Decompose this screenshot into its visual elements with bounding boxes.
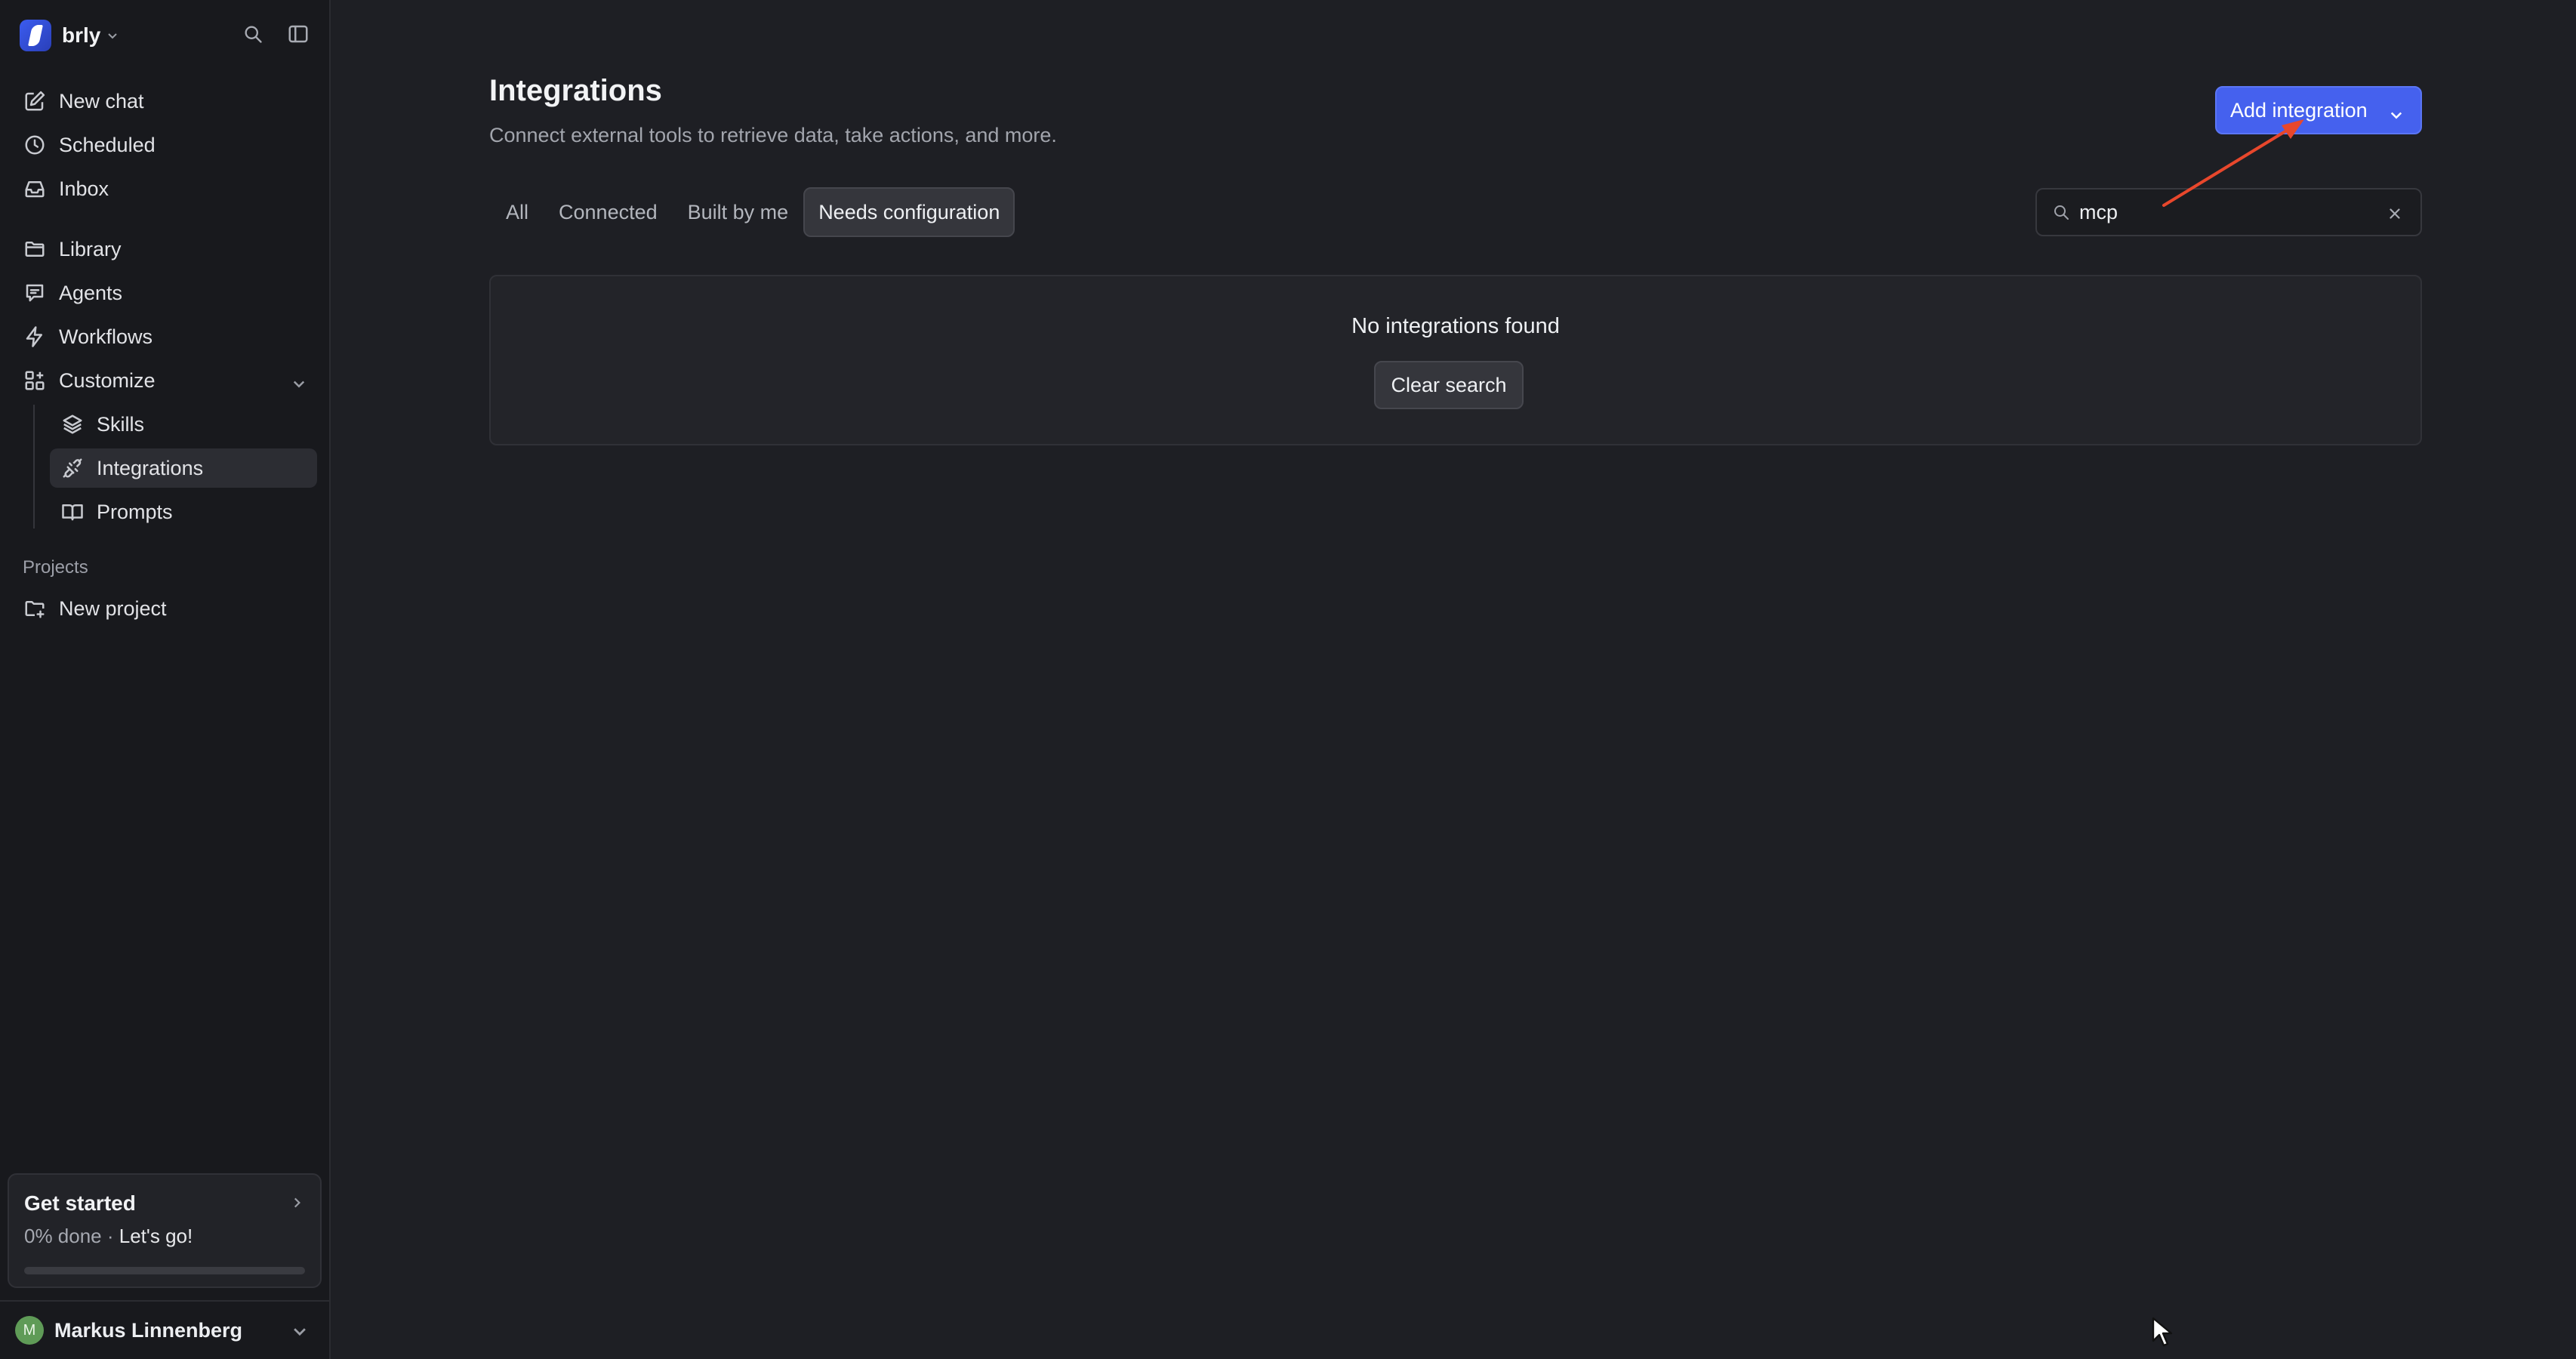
main-content: Integrations Connect external tools to r… <box>331 0 2576 1359</box>
tab-all[interactable]: All <box>491 187 544 237</box>
page-title: Integrations <box>489 74 662 107</box>
inbox-icon <box>21 175 48 202</box>
mouse-cursor-icon <box>2152 1317 2173 1347</box>
add-integration-button[interactable]: Add integration <box>2215 86 2422 134</box>
sidebar-item-label: Integrations <box>97 456 204 479</box>
tree-guide-line <box>33 405 35 528</box>
tab-needs-configuration[interactable]: Needs configuration <box>803 187 1015 237</box>
clock-icon <box>21 131 48 159</box>
agent-chat-icon <box>21 279 48 307</box>
projects-section-label: Projects <box>23 557 88 578</box>
sidebar-item-label: New project <box>59 596 167 620</box>
sidebar-item-label: Library <box>59 237 122 260</box>
search-icon <box>2051 202 2072 223</box>
sidebar-item-prompts[interactable]: Prompts <box>50 492 317 532</box>
tab-built-by-me[interactable]: Built by me <box>673 187 804 237</box>
sidebar: brly New chat Scheduled Inbox Library Ag… <box>0 0 331 1359</box>
empty-state-title: No integrations found <box>1351 314 1560 338</box>
sidebar-item-label: Agents <box>59 281 123 304</box>
sidebar-item-label: Skills <box>97 412 145 436</box>
avatar: M <box>15 1316 44 1345</box>
app-window: brly New chat Scheduled Inbox Library Ag… <box>0 0 2576 1359</box>
search-input[interactable] <box>2079 197 2374 227</box>
progress-bar <box>24 1267 305 1274</box>
sidebar-item-new-chat[interactable]: New chat <box>14 82 317 121</box>
sidebar-item-label: Scheduled <box>59 133 156 156</box>
user-menu[interactable]: M Markus Linnenberg <box>0 1300 329 1359</box>
progress-percent-text: 0% done <box>24 1225 102 1247</box>
sidebar-toggle-icon[interactable] <box>285 21 311 47</box>
get-started-title: Get started <box>24 1191 136 1215</box>
workspace-name: brly <box>62 23 101 47</box>
sidebar-item-inbox[interactable]: Inbox <box>14 169 317 208</box>
grid-plus-icon <box>21 367 48 394</box>
add-integration-label: Add integration <box>2230 98 2368 122</box>
plug-icon <box>59 455 86 482</box>
clear-search-button[interactable]: Clear search <box>1374 361 1524 409</box>
book-icon <box>59 498 86 525</box>
get-started-card[interactable]: Get started 0% done · Let's go! <box>8 1173 322 1288</box>
folder-icon <box>21 236 48 263</box>
lightning-icon <box>21 323 48 350</box>
chevron-down-icon[interactable] <box>291 373 307 396</box>
chevron-down-icon <box>2389 104 2404 128</box>
tab-connected[interactable]: Connected <box>544 187 673 237</box>
sidebar-item-label: Prompts <box>97 500 173 523</box>
sidebar-item-library[interactable]: Library <box>14 230 317 269</box>
chevron-down-icon <box>291 1323 308 1343</box>
workspace-switcher[interactable]: brly <box>20 20 120 51</box>
get-started-progress-text: 0% done · Let's go! <box>24 1225 193 1248</box>
sidebar-item-scheduled[interactable]: Scheduled <box>14 125 317 165</box>
pencil-square-icon <box>21 88 48 115</box>
sidebar-item-label: New chat <box>59 89 144 112</box>
sidebar-item-label: Workflows <box>59 325 153 348</box>
sidebar-item-workflows[interactable]: Workflows <box>14 317 317 356</box>
sidebar-item-label: Customize <box>59 368 156 392</box>
search-box <box>2035 188 2422 236</box>
sidebar-item-agents[interactable]: Agents <box>14 273 317 313</box>
sidebar-item-new-project[interactable]: New project <box>14 589 317 628</box>
workspace-logo-icon <box>20 20 51 51</box>
sidebar-top-actions <box>240 21 311 47</box>
sidebar-item-customize[interactable]: Customize <box>14 361 317 400</box>
layers-icon <box>59 411 86 438</box>
progress-separator: · <box>101 1225 119 1247</box>
get-started-cta: Let's go! <box>119 1225 193 1247</box>
user-name: Markus Linnenberg <box>54 1318 243 1342</box>
sidebar-item-skills[interactable]: Skills <box>50 405 317 444</box>
sidebar-item-integrations[interactable]: Integrations <box>50 448 317 488</box>
search-icon[interactable] <box>240 21 266 47</box>
page-subtitle: Connect external tools to retrieve data,… <box>489 124 1057 146</box>
chevron-down-icon <box>106 29 120 42</box>
filter-tabs: All Connected Built by me Needs configur… <box>491 187 1015 237</box>
close-icon[interactable] <box>2384 203 2405 224</box>
folder-plus-icon <box>21 595 48 622</box>
empty-state-panel: No integrations found Clear search <box>489 275 2422 445</box>
sidebar-item-label: Inbox <box>59 177 109 200</box>
chevron-right-icon <box>290 1196 304 1213</box>
